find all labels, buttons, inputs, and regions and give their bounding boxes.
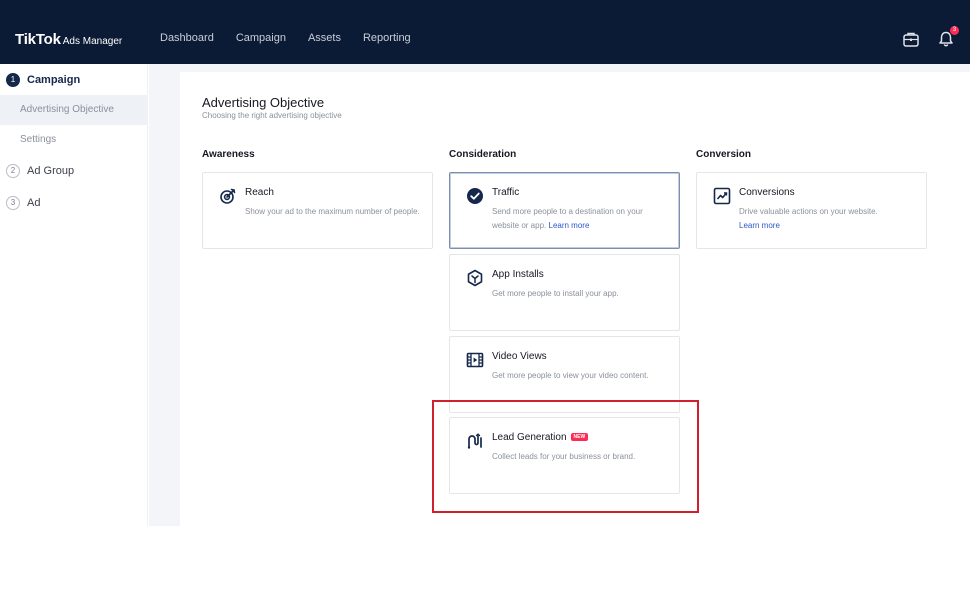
check-circle-icon xyxy=(466,187,484,205)
column-awareness: Awareness xyxy=(202,149,255,160)
card-description-text: Drive valuable actions on your website. xyxy=(739,207,878,216)
target-icon xyxy=(219,187,237,205)
card-title: Reach xyxy=(245,187,274,198)
card-title: Traffic xyxy=(492,187,520,198)
nav-campaign[interactable]: Campaign xyxy=(236,32,286,44)
objective-card-reach[interactable]: Reach Show your ad to the maximum number… xyxy=(202,172,433,249)
step-label: Ad xyxy=(27,197,41,209)
trending-chart-icon xyxy=(713,187,731,205)
card-title: Video Views xyxy=(492,351,547,362)
card-description: Send more people to a destination on you… xyxy=(492,205,670,233)
column-consideration: Consideration xyxy=(449,149,517,160)
sidebar-step-ad[interactable]: 3 Ad xyxy=(6,196,40,210)
page-title: Advertising Objective xyxy=(202,95,325,110)
learn-more-link[interactable]: Learn more xyxy=(549,221,590,230)
step-label: Campaign xyxy=(27,74,81,86)
card-description: Get more people to view your video conte… xyxy=(492,371,649,380)
top-navbar: TikTok Ads Manager Dashboard Campaign Ass… xyxy=(0,0,970,64)
column-conversion: Conversion xyxy=(696,149,752,160)
logo-subtitle: Ads Manager xyxy=(62,36,123,47)
film-icon xyxy=(466,351,484,369)
highlight-frame xyxy=(432,400,699,513)
briefcase-icon[interactable] xyxy=(901,29,921,49)
card-description: Drive valuable actions on your website. … xyxy=(739,205,917,233)
sidebar-step-ad-group[interactable]: 2 Ad Group xyxy=(6,164,74,178)
step-number: 2 xyxy=(6,164,20,178)
card-description: Get more people to install your app. xyxy=(492,289,619,298)
app-hexagon-icon xyxy=(466,269,484,287)
step-number: 3 xyxy=(6,196,20,210)
nav-reporting[interactable]: Reporting xyxy=(363,32,411,44)
notification-badge: 3 xyxy=(950,26,959,35)
nav-assets[interactable]: Assets xyxy=(308,32,341,44)
nav-dashboard[interactable]: Dashboard xyxy=(160,32,214,44)
step-label: Ad Group xyxy=(27,165,75,177)
card-description: Show your ad to the maximum number of pe… xyxy=(245,207,420,216)
objective-card-app-installs[interactable]: App Installs Get more people to install … xyxy=(449,254,680,331)
app-logo[interactable]: TikTok Ads Manager xyxy=(15,31,122,48)
main-nav: Dashboard Campaign Assets Reporting xyxy=(160,32,433,44)
page-subtitle: Choosing the right advertising objective xyxy=(202,111,342,120)
sidebar-item-settings[interactable]: Settings xyxy=(0,125,148,155)
sidebar-item-advertising-objective[interactable]: Advertising Objective xyxy=(0,95,148,125)
sidebar-step-campaign[interactable]: 1 Campaign xyxy=(6,73,80,87)
logo-text: TikTok xyxy=(15,31,61,48)
card-title: App Installs xyxy=(492,269,544,280)
learn-more-link[interactable]: Learn more xyxy=(739,221,780,230)
card-title: Conversions xyxy=(739,187,795,198)
objective-card-traffic[interactable]: Traffic Send more people to a destinatio… xyxy=(449,172,680,249)
step-number: 1 xyxy=(6,73,20,87)
objective-card-conversions[interactable]: Conversions Drive valuable actions on yo… xyxy=(696,172,927,249)
